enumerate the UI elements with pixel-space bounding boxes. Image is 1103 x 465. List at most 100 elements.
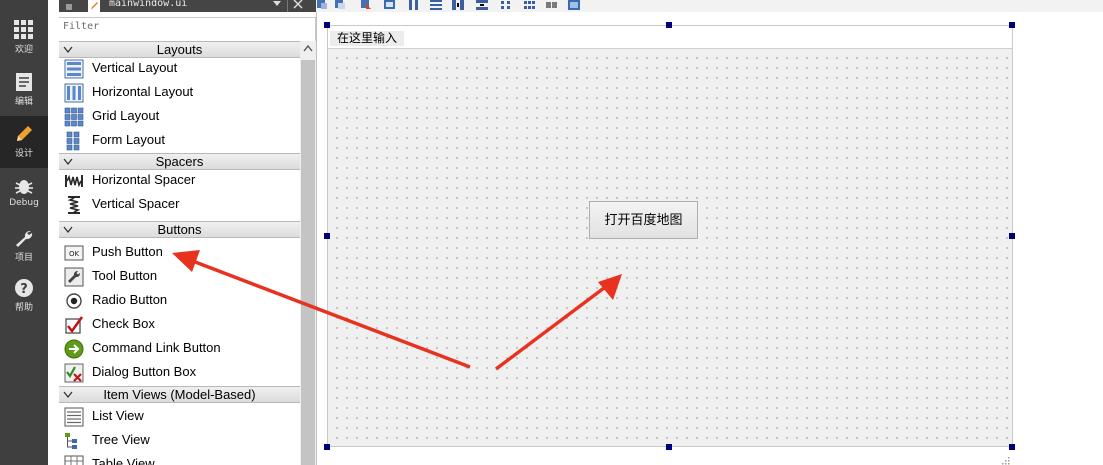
tool-button-icon [64,267,84,287]
widget-item-vertical-layout[interactable]: Vertical Layout [59,57,300,81]
widget-item-form-layout[interactable]: Form Layout [59,129,300,153]
widget-item-label: Radio Button [92,292,168,307]
category-label: Spacers [155,154,204,169]
widget-item-label: Vertical Spacer [92,196,180,211]
document-tab-bar: mainwindow.ui [59,0,316,12]
menu-type-here-placeholder[interactable]: 在这里输入 [330,31,405,46]
edit-widgets-icon[interactable] [316,0,328,10]
layout-horizontal-icon[interactable] [408,0,420,10]
category-label: Layouts [156,42,203,57]
category-buttons[interactable]: Buttons [59,221,300,238]
widget-item-label: Form Layout [92,132,165,147]
widget-item-label: Command Link Button [92,340,221,355]
category-layouts[interactable]: Layouts [59,41,300,58]
category-spacers[interactable]: Spacers [59,153,300,170]
edit-buddies-icon[interactable] [360,0,372,10]
widget-item-tree-view[interactable]: Tree View [59,429,300,453]
chevron-down-icon [63,46,73,54]
help-icon: ? [15,279,33,297]
push-button-icon: OK [64,245,84,261]
dropdown-arrow-icon[interactable] [273,0,281,7]
tree-view-icon [65,433,77,449]
widget-item-label: Vertical Layout [92,60,178,75]
lock-icon [66,4,72,10]
widget-item-horizontal-layout[interactable]: Horizontal Layout [59,81,300,105]
mode-help[interactable]: ? 帮助 [0,278,48,328]
mode-sidebar: 欢迎 编辑 设计 Debug 项目 ? 帮助 [0,0,48,465]
svg-text:?: ? [20,282,28,297]
mode-edit[interactable]: 编辑 [0,72,48,122]
mode-label: 编辑 [14,97,33,107]
central-widget-grid[interactable]: 打开百度地图 [328,48,1012,465]
horizontal-layout-icon [64,83,84,103]
widget-item-tool-button[interactable]: Tool Button [59,265,300,289]
widget-item-check-box[interactable]: Check Box [59,313,300,337]
layout-form-icon[interactable] [524,0,536,10]
form-layout-icon [66,131,80,151]
adjust-size-icon[interactable] [568,0,580,10]
mode-debug[interactable]: Debug [0,176,48,226]
widget-item-radio-button[interactable]: Radio Button [59,289,300,313]
selection-handle-left[interactable] [324,233,330,239]
scrollbar-thumb[interactable] [301,60,315,465]
svg-text:OK: OK [69,250,80,258]
grid-icon [14,20,33,39]
widget-item-grid-layout[interactable]: Grid Layout [59,105,300,129]
widget-item-label: Horizontal Spacer [92,172,196,187]
widget-item-push-button[interactable]: OK Push Button [59,241,300,265]
horizontal-spacer-icon [65,174,83,188]
tab-separator [287,0,288,12]
pencil-icon [17,126,32,141]
selection-handle-right[interactable] [1009,233,1015,239]
mode-projects[interactable]: 项目 [0,228,48,278]
mode-label: 设计 [14,149,33,159]
selection-handle-bottom-right[interactable] [1009,444,1015,450]
main-window-form[interactable]: 在这里输入 打开百度地图 [327,25,1013,465]
scroll-up-icon[interactable] [303,44,313,52]
open-file-name[interactable]: mainwindow.ui [109,0,187,9]
widget-item-command-link-button[interactable]: Command Link Button [59,337,300,361]
table-view-icon [64,455,84,465]
close-document-icon[interactable] [292,0,304,10]
edit-tab-order-icon[interactable] [384,0,396,10]
selection-handle-bottom-left[interactable] [324,444,330,450]
layout-grid-icon[interactable] [500,0,512,10]
category-label: Item Views (Model-Based) [103,387,256,402]
document-icon [16,73,32,91]
break-layout-icon[interactable] [546,0,558,10]
selection-handle-top[interactable] [666,22,672,28]
mode-welcome[interactable]: 欢迎 [0,20,48,70]
vertical-layout-icon [64,59,84,79]
mode-design[interactable]: 设计 [0,116,48,168]
check-box-icon [65,316,84,334]
mode-label: 帮助 [14,303,33,313]
widget-filter-input[interactable]: Filter [59,17,316,42]
widget-item-list-view[interactable]: List View [59,405,300,429]
selection-handle-bottom[interactable] [666,444,672,450]
command-link-arrow-icon [64,339,84,359]
vertical-spacer-icon [67,196,81,214]
splitter-horizontal-icon[interactable] [452,0,464,10]
selection-handle-top-right[interactable] [1009,22,1015,28]
widget-item-dialog-button-box[interactable]: Dialog Button Box [59,361,300,385]
form-editor-toolbar [316,0,1103,12]
open-baidu-map-button[interactable]: 打开百度地图 [589,201,698,239]
chevron-down-icon [63,391,73,399]
category-item-views[interactable]: Item Views (Model-Based) [59,386,300,403]
resize-grip-icon[interactable] [1000,455,1010,465]
edit-signals-icon[interactable] [334,0,346,10]
layout-vertical-icon[interactable] [430,0,442,10]
splitter-vertical-icon[interactable] [476,0,488,10]
mode-label: 项目 [14,253,33,263]
widget-item-vertical-spacer[interactable]: Vertical Spacer [59,193,300,217]
form-menu-bar: 在这里输入 [328,26,1012,46]
dialog-button-box-icon [64,363,84,383]
selection-handle-top-left[interactable] [324,22,330,28]
widget-item-horizontal-spacer[interactable]: Horizontal Spacer [59,169,300,193]
chevron-down-icon [63,158,73,166]
widget-list-scrollbar[interactable] [300,41,316,465]
list-view-icon [64,407,84,427]
widget-list: Layouts Vertical Layout Horizontal Layou… [59,41,300,465]
widget-box: Filter Layouts Vertical Layout Horizonta… [59,12,316,465]
widget-item-table-view[interactable]: Table View [59,453,300,465]
